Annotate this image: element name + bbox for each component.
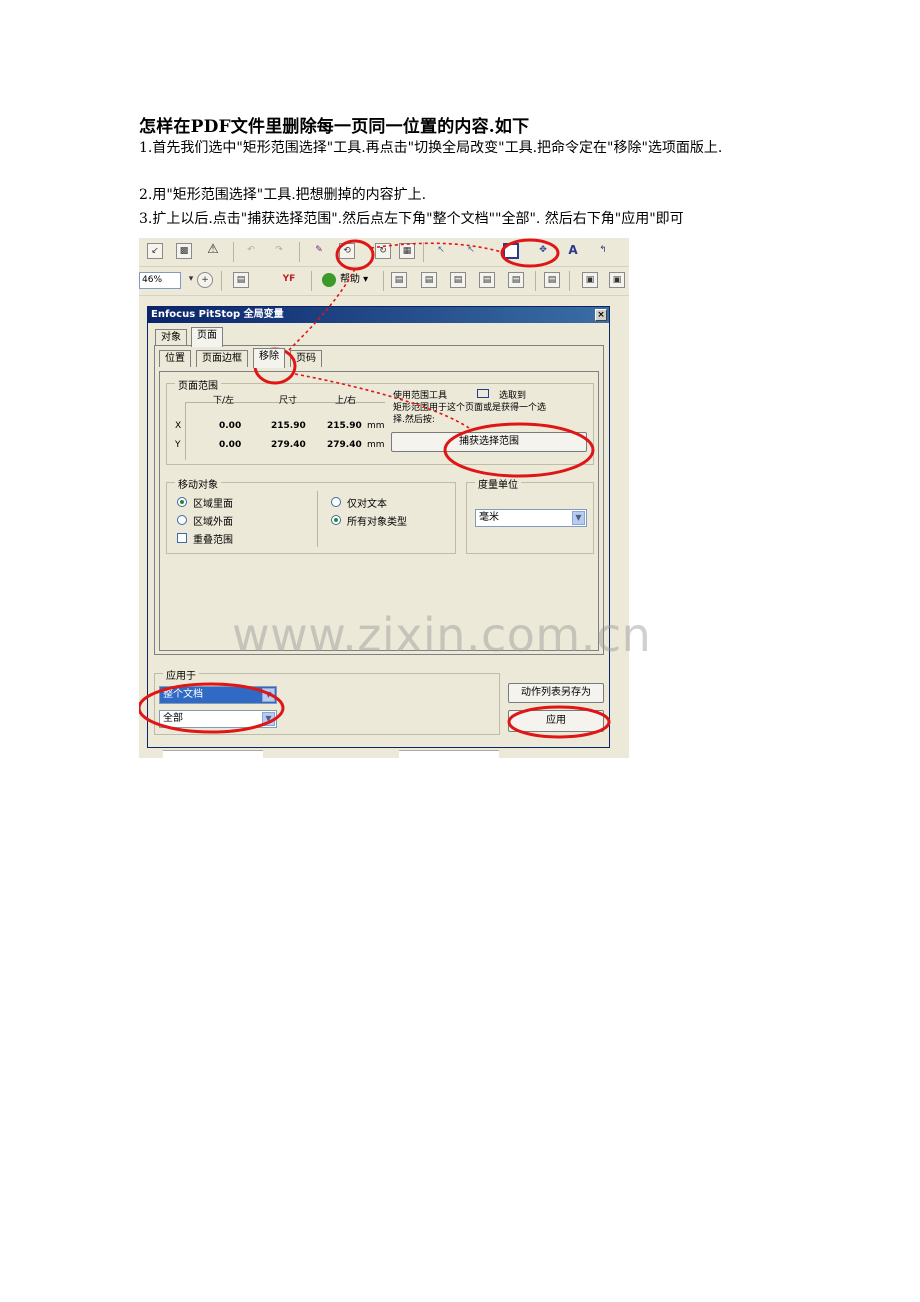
annotation-circle-rectangle-tool <box>500 238 560 268</box>
watermark: www.zixin.com.cn <box>232 608 652 662</box>
instruction-step-2: 2.用"矩形范围选择"工具.把想删掉的内容扩上. <box>139 187 427 203</box>
tab-remove[interactable]: 移除 <box>253 348 285 368</box>
annotation-circle-global-change <box>335 239 375 271</box>
annotation-circle-apply-to <box>139 682 285 734</box>
embedded-screenshot: ↙ ▩ ⚠ ↶ ↷ ✎ ⟲ ↻ ▦ ↖ ↖ ✥ A ↰ 46% ▾ + ▤ YF… <box>139 238 629 758</box>
red-annotation-marks <box>139 238 611 739</box>
instruction-step-1: 1.首先我们选中"矩形范围选择"工具.再点击"切换全局改变"工具.把命令定在"移… <box>139 140 723 156</box>
annotation-link-2 <box>370 242 503 253</box>
doc-title: 怎样在PDF文件里删除每一页同一位置的内容.如下 <box>139 117 530 137</box>
tab-page[interactable]: 页面 <box>191 327 223 347</box>
annotation-circle-capture-button <box>443 422 595 478</box>
annotation-circle-apply-button <box>507 705 611 739</box>
instruction-step-3: 3.扩上以后.点击"捕获选择范围".然后点左下角"整个文档""全部". 然后右下… <box>139 211 684 227</box>
annotation-link-3 <box>294 373 470 429</box>
annotation-link-1 <box>288 268 356 351</box>
